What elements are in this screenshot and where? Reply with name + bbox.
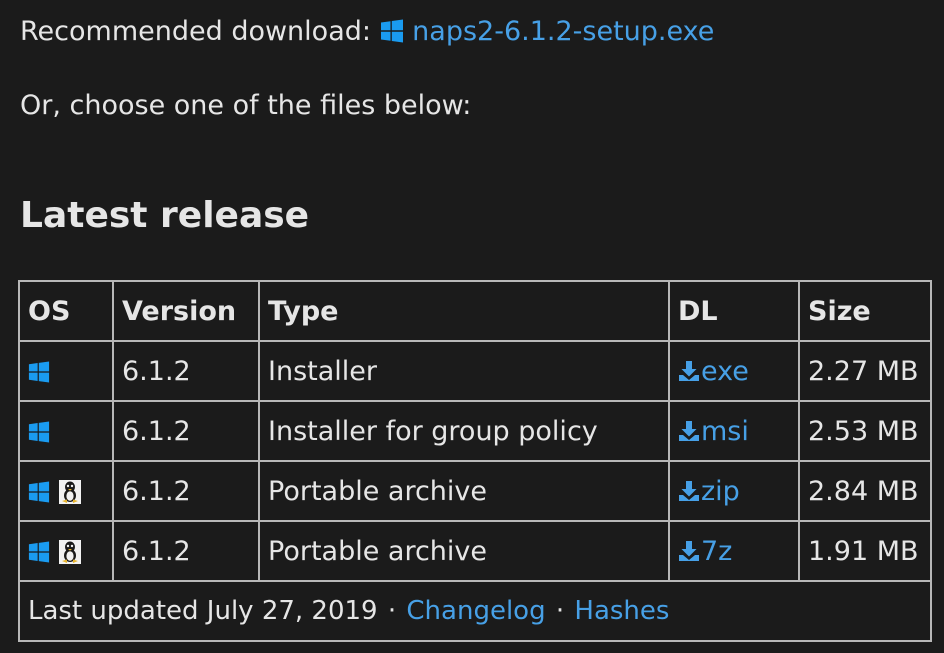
hashes-link[interactable]: Hashes bbox=[574, 596, 669, 626]
version-cell: 6.1.2 bbox=[112, 400, 260, 462]
size-cell: 2.53 MB bbox=[798, 400, 932, 462]
dl-label: 7z bbox=[701, 535, 733, 567]
os-cell bbox=[18, 460, 114, 522]
linux-icon bbox=[58, 540, 81, 564]
os-cell bbox=[18, 400, 114, 462]
type-cell: Installer for group policy bbox=[258, 400, 670, 462]
dl-cell: zip bbox=[668, 460, 800, 522]
dl-cell: 7z bbox=[668, 520, 800, 582]
table-row: 6.1.2 Portable archive zip 2.84 MB bbox=[18, 460, 932, 522]
download-icon bbox=[679, 360, 699, 381]
footer-cell: Last updated July 27, 2019 · Changelog ·… bbox=[18, 580, 932, 642]
download-exe-link[interactable]: exe bbox=[678, 356, 749, 387]
latest-release-heading: Latest release bbox=[20, 195, 310, 236]
size-cell: 2.27 MB bbox=[798, 340, 932, 402]
footer-separator: · bbox=[555, 596, 565, 626]
windows-icon bbox=[28, 541, 50, 563]
download-icon bbox=[679, 540, 699, 561]
windows-icon bbox=[380, 19, 403, 43]
changelog-link[interactable]: Changelog bbox=[406, 596, 545, 626]
os-cell bbox=[18, 520, 114, 582]
header-version: Version bbox=[112, 280, 260, 342]
header-os: OS bbox=[18, 280, 114, 342]
last-updated-text: Last updated July 27, 2019 bbox=[28, 596, 378, 626]
download-zip-link[interactable]: zip bbox=[678, 476, 740, 507]
windows-icon bbox=[28, 481, 50, 503]
download-7z-link[interactable]: 7z bbox=[678, 536, 732, 567]
size-cell: 2.84 MB bbox=[798, 460, 932, 522]
footer-separator: · bbox=[387, 596, 397, 626]
type-cell: Portable archive bbox=[258, 520, 670, 582]
linux-icon bbox=[58, 480, 81, 504]
recommended-download-line: Recommended download: naps2-6.1.2-setup.… bbox=[20, 12, 714, 52]
releases-table: OS Version Type DL Size 6.1.2 Installer … bbox=[18, 280, 932, 642]
recommended-file-name: naps2-6.1.2-setup.exe bbox=[412, 16, 715, 47]
header-size: Size bbox=[798, 280, 932, 342]
download-page: Recommended download: naps2-6.1.2-setup.… bbox=[0, 0, 944, 653]
version-cell: 6.1.2 bbox=[112, 520, 260, 582]
download-icon bbox=[679, 420, 699, 441]
dl-label: msi bbox=[701, 415, 749, 447]
table-row: 6.1.2 Installer exe 2.27 MB bbox=[18, 340, 932, 402]
table-row: 6.1.2 Portable archive 7z 1.91 MB bbox=[18, 520, 932, 582]
table-row: 6.1.2 Installer for group policy msi 2.5… bbox=[18, 400, 932, 462]
windows-icon bbox=[28, 421, 50, 443]
download-msi-link[interactable]: msi bbox=[678, 416, 749, 447]
download-icon bbox=[679, 480, 699, 501]
recommended-download-link[interactable]: naps2-6.1.2-setup.exe bbox=[380, 16, 715, 47]
table-footer-row: Last updated July 27, 2019 · Changelog ·… bbox=[18, 580, 932, 642]
os-cell bbox=[18, 340, 114, 402]
version-cell: 6.1.2 bbox=[112, 460, 260, 522]
header-dl: DL bbox=[668, 280, 800, 342]
type-cell: Portable archive bbox=[258, 460, 670, 522]
header-type: Type bbox=[258, 280, 670, 342]
choose-files-text: Or, choose one of the files below: bbox=[20, 90, 472, 121]
dl-label: zip bbox=[701, 475, 740, 507]
dl-label: exe bbox=[701, 355, 749, 387]
recommended-label: Recommended download: bbox=[20, 16, 371, 47]
type-cell: Installer bbox=[258, 340, 670, 402]
table-header-row: OS Version Type DL Size bbox=[18, 280, 932, 342]
version-cell: 6.1.2 bbox=[112, 340, 260, 402]
windows-icon bbox=[28, 361, 50, 383]
size-cell: 1.91 MB bbox=[798, 520, 932, 582]
dl-cell: msi bbox=[668, 400, 800, 462]
dl-cell: exe bbox=[668, 340, 800, 402]
